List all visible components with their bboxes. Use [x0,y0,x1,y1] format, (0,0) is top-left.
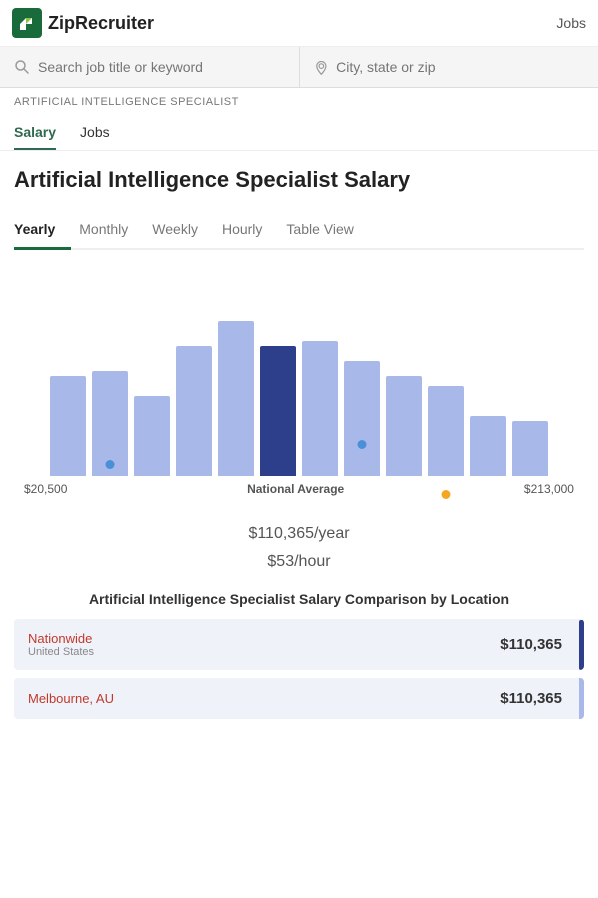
bar-wrap-2 [134,396,170,476]
bar-8 [386,376,422,476]
bar-wrap-7 [344,361,380,476]
bar-10 [470,416,506,476]
search-bar [0,47,598,88]
bar-6 [302,341,338,476]
job-search-field [0,47,300,87]
search-icon [14,59,30,75]
dot-orange-9 [442,490,451,499]
location-input[interactable] [336,59,584,75]
comp-name-0: Nationwide [28,631,500,646]
ziprecruiter-logo-icon [12,8,42,38]
chart-labels: $20,500 National Average $213,000 [14,476,584,496]
main-content: Artificial Intelligence Specialist Salar… [0,151,598,743]
chart-min-label: $20,500 [24,482,67,496]
bar-wrap-1 [92,371,128,476]
chart-max-label: $213,000 [524,482,574,496]
location-icon [314,59,329,75]
comp-salary-0: $110,365 [500,636,562,653]
chart-area: $20,500 National Average $213,000 [14,266,584,496]
comparison-rows: NationwideUnited States$110,365Melbourne… [14,619,584,719]
location-field [300,47,598,87]
bar-7 [344,361,380,476]
bar-11 [512,421,548,476]
bar-5 [260,346,296,476]
hourly-amount: $53 [267,553,294,570]
dot-blue-1 [106,460,115,469]
chart-bars [14,276,584,476]
comparison-row-0[interactable]: NationwideUnited States$110,365 [14,619,584,670]
bar-wrap-3 [176,346,212,476]
job-search-input[interactable] [38,59,285,75]
bar-2 [134,396,170,476]
dot-blue-7 [358,440,367,449]
salary-tabs: Yearly Monthly Weekly Hourly Table View [14,213,584,250]
comparison-row-1[interactable]: Melbourne, AU$110,365 [14,678,584,719]
tab-salary[interactable]: Salary [14,116,56,150]
comp-accent-bar-0 [579,620,584,670]
salary-per-year: /year [314,525,350,542]
bar-wrap-8 [386,376,422,476]
page-tabs: Salary Jobs [0,116,598,151]
salary-tab-hourly[interactable]: Hourly [222,213,278,248]
bar-wrap-5 [260,346,296,476]
salary-tab-weekly[interactable]: Weekly [152,213,214,248]
comp-info-0: NationwideUnited States [28,631,500,658]
header-jobs-link[interactable]: Jobs [556,15,586,31]
bar-wrap-0 [50,376,86,476]
comp-name-1: Melbourne, AU [28,691,500,706]
comp-salary-1: $110,365 [500,690,562,707]
header: ZipRecruiter Jobs [0,0,598,47]
logo-area: ZipRecruiter [12,8,154,38]
salary-display: $110,365/year [14,508,584,547]
comparison-section: Artificial Intelligence Specialist Salar… [14,591,584,719]
bar-wrap-9 [428,386,464,476]
breadcrumb: ARTIFICIAL INTELLIGENCE SPECIALIST [0,88,598,116]
comparison-title: Artificial Intelligence Specialist Salar… [14,591,584,607]
comp-info-1: Melbourne, AU [28,691,500,706]
hourly-label: /hour [294,553,330,570]
salary-main-value: $110,365/year [248,508,349,546]
comp-accent-bar-1 [579,678,584,719]
bar-3 [176,346,212,476]
salary-tab-yearly[interactable]: Yearly [14,213,71,250]
salary-hourly: $53/hour [14,553,584,571]
salary-amount: $110,365 [248,525,314,542]
salary-tab-monthly[interactable]: Monthly [79,213,144,248]
bar-wrap-4 [218,321,254,476]
bar-wrap-11 [512,421,548,476]
bar-wrap-10 [470,416,506,476]
page-title: Artificial Intelligence Specialist Salar… [14,167,584,193]
salary-tab-tableview[interactable]: Table View [286,213,369,248]
bar-wrap-6 [302,341,338,476]
comp-sub-0: United States [28,646,500,658]
bar-0 [50,376,86,476]
bar-9 [428,386,464,476]
logo-text: ZipRecruiter [48,13,154,34]
chart-national-label: National Average [247,482,344,496]
bar-4 [218,321,254,476]
tab-jobs[interactable]: Jobs [80,116,110,150]
